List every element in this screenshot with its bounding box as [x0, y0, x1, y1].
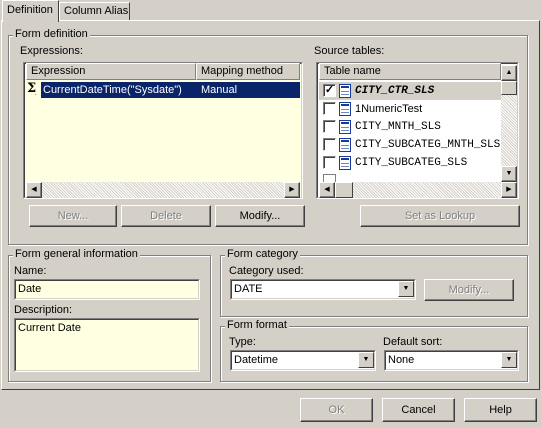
column-header-expression-text: Expression — [31, 65, 86, 77]
category-title: Form category — [225, 248, 300, 260]
modify-button-label: Modify... — [239, 210, 281, 222]
column-header-mapping[interactable]: Mapping method — [196, 63, 300, 80]
delete-button[interactable]: Delete — [121, 205, 211, 227]
source-tables-list[interactable]: Table name ✓ CITY_CTR_SLS 1NumericTest C… — [316, 62, 519, 199]
general-info-group: Form general information Name: Date Desc… — [8, 248, 211, 382]
table-name: CITY_SUBCATEG_SLS — [355, 157, 468, 169]
delete-button-label: Delete — [150, 210, 182, 222]
format-group: Form format Type: Datetime ▼ Default sor… — [220, 319, 528, 382]
tab-definition-label: Definition — [7, 4, 53, 16]
scroll-right-button[interactable]: ▶ — [501, 182, 517, 198]
table-checkbox[interactable] — [323, 156, 336, 169]
default-sort-select[interactable]: None ▼ — [384, 350, 519, 371]
scroll-up-button[interactable]: ▲ — [501, 65, 517, 81]
list-item[interactable]: 1NumericTest — [319, 100, 501, 118]
vertical-scroll-thumb[interactable] — [501, 81, 517, 95]
mapping-cell: Manual — [201, 84, 238, 96]
table-icon — [339, 84, 351, 98]
list-item[interactable]: CITY_SUBCATEG_MNTH_SLS — [319, 136, 501, 154]
ok-button-label: OK — [328, 404, 345, 416]
vertical-scrollbar-track[interactable] — [501, 95, 517, 166]
list-item[interactable]: CITY_SUBCATEG_SLS — [319, 154, 501, 172]
horizontal-scroll-thumb[interactable] — [335, 182, 353, 198]
name-field[interactable]: Date — [14, 279, 200, 300]
form-definition-title: Form definition — [13, 28, 90, 40]
table-checkbox[interactable]: ✓ — [323, 84, 336, 97]
expressions-list[interactable]: Expression Mapping method Σ . CurrentDat… — [23, 62, 303, 199]
list-item[interactable]: CITY_MNTH_SLS — [319, 118, 501, 136]
definition-panel: Form definition Expressions: Expression … — [1, 20, 540, 390]
chevron-down-icon[interactable]: ▼ — [398, 281, 414, 297]
cancel-button[interactable]: Cancel — [382, 398, 455, 422]
modify-category-button[interactable]: Modify... — [424, 279, 514, 301]
table-icon — [339, 102, 351, 116]
table-name: 1NumericTest — [355, 103, 423, 115]
table-icon — [339, 120, 351, 134]
new-button[interactable]: New... — [29, 205, 117, 227]
list-item[interactable]: ✓ CITY_CTR_SLS — [319, 82, 501, 100]
name-value: Date — [18, 283, 42, 295]
set-as-lookup-label: Set as Lookup — [404, 210, 476, 222]
tab-column-alias[interactable]: Column Alias — [59, 2, 130, 21]
category-value: DATE — [234, 283, 263, 295]
table-icon — [339, 138, 351, 152]
table-name: CITY_MNTH_SLS — [355, 121, 441, 133]
column-header-table-name-text: Table name — [324, 65, 381, 77]
category-select[interactable]: DATE ▼ — [230, 279, 416, 300]
scroll-left-button[interactable]: ◀ — [26, 182, 42, 198]
modify-category-label: Modify... — [448, 284, 490, 296]
column-header-mapping-text: Mapping method — [201, 65, 283, 77]
source-tables-rows: ✓ CITY_CTR_SLS 1NumericTest CITY_MNTH_SL… — [319, 82, 501, 182]
default-sort-label: Default sort: — [383, 336, 443, 348]
expressions-label: Expressions: — [20, 45, 83, 57]
name-label: Name: — [14, 265, 47, 277]
table-name: CITY_SUBCATEG_MNTH_SLS — [355, 139, 501, 151]
cancel-button-label: Cancel — [401, 404, 436, 416]
category-used-label: Category used: — [229, 265, 304, 277]
column-header-table-name[interactable]: Table name — [319, 63, 501, 80]
expression-cell: CurrentDateTime("Sysdate") — [43, 84, 182, 96]
form-definition-group: Form definition Expressions: Expression … — [8, 28, 528, 245]
chevron-down-icon[interactable]: ▼ — [358, 352, 374, 368]
horizontal-scrollbar-track[interactable] — [42, 182, 284, 198]
column-header-expression[interactable]: Expression — [26, 63, 196, 80]
modify-expression-button[interactable]: Modify... — [215, 205, 305, 227]
description-label: Description: — [14, 304, 73, 316]
chevron-down-icon[interactable]: ▼ — [501, 352, 517, 368]
selected-row-highlight: CurrentDateTime("Sysdate") Manual — [41, 82, 300, 98]
general-info-title: Form general information — [13, 248, 140, 260]
new-button-label: New... — [57, 210, 89, 222]
ok-button[interactable]: OK — [300, 398, 373, 422]
tab-definition[interactable]: Definition — [2, 0, 59, 22]
table-checkbox[interactable] — [323, 120, 336, 133]
help-button-label: Help — [489, 404, 512, 416]
horizontal-scrollbar-track[interactable] — [353, 182, 501, 198]
category-group: Form category Category used: DATE ▼ Modi… — [220, 248, 528, 317]
table-checkbox[interactable] — [323, 102, 336, 115]
type-label: Type: — [229, 336, 256, 348]
scroll-down-button[interactable]: ▼ — [501, 166, 517, 182]
table-name: CITY_CTR_SLS — [355, 85, 435, 97]
type-select[interactable]: Datetime ▼ — [230, 350, 376, 371]
tab-column-alias-label: Column Alias — [64, 5, 129, 17]
source-tables-label: Source tables: — [314, 45, 385, 57]
table-icon — [339, 156, 351, 170]
scroll-right-button[interactable]: ▶ — [284, 182, 300, 198]
table-row[interactable]: Σ . CurrentDateTime("Sysdate") Manual — [27, 82, 300, 98]
format-title: Form format — [225, 319, 289, 331]
description-value: Current Date — [18, 322, 81, 334]
help-button[interactable]: Help — [464, 398, 537, 422]
type-value: Datetime — [234, 354, 279, 366]
description-field[interactable]: Current Date — [14, 318, 200, 372]
set-as-lookup-button[interactable]: Set as Lookup — [360, 205, 520, 227]
default-sort-value: None — [388, 354, 415, 366]
table-checkbox[interactable] — [323, 138, 336, 151]
partial-checkbox — [323, 174, 336, 182]
scroll-left-button[interactable]: ◀ — [319, 182, 335, 198]
sigma-dot: . — [35, 91, 37, 97]
